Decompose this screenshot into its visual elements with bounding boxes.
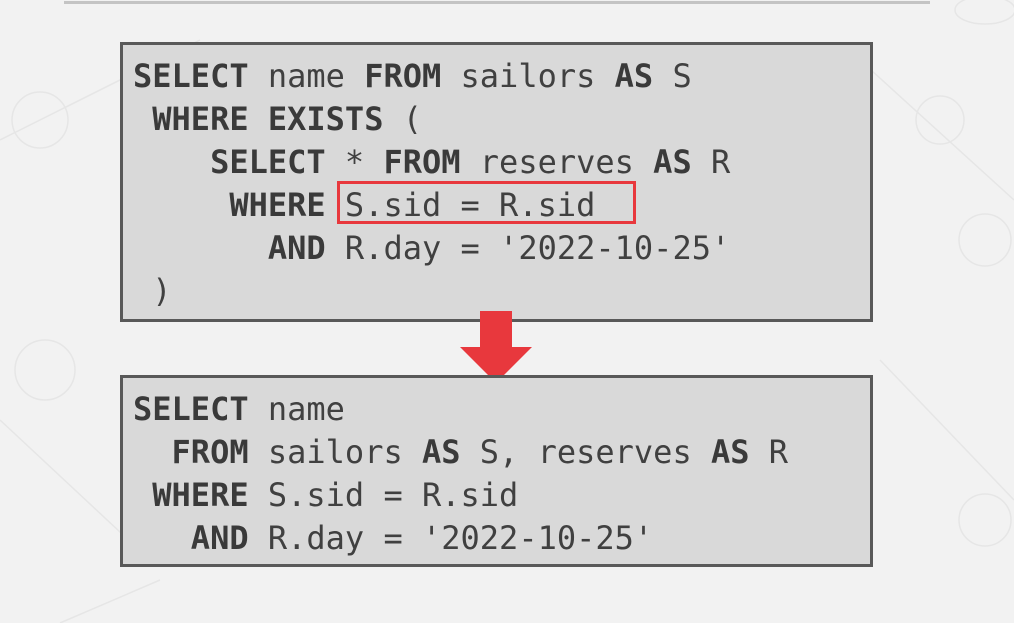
sql-keyword: FROM — [383, 143, 461, 181]
sql-text: sailors — [248, 433, 422, 471]
sql-keyword: AS — [421, 433, 461, 471]
rewritten-query-line-4: AND R.day = '2022-10-25' — [133, 517, 653, 560]
rewritten-query-line-1: SELECT name — [133, 388, 345, 431]
sql-keyword: AS — [653, 143, 692, 181]
join-predicate-highlight — [337, 181, 636, 224]
sql-keyword: FROM — [171, 433, 249, 471]
original-query-line-2: WHERE EXISTS ( — [133, 98, 422, 141]
sql-keyword: AS — [710, 433, 750, 471]
sql-text: S.sid = R.sid — [248, 476, 519, 514]
sql-text: * — [325, 143, 384, 181]
original-query-line-6: ) — [133, 270, 172, 313]
sql-text: R — [691, 143, 731, 181]
sql-text: R.day = '2022-10-25' — [248, 519, 654, 557]
original-query-line-3: SELECT * FROM reserves AS R — [133, 141, 730, 184]
sql-keyword: SELECT — [133, 390, 249, 428]
top-divider — [64, 1, 930, 4]
sql-text: S, reserves — [460, 433, 711, 471]
sql-text: reserves — [460, 143, 654, 181]
sql-text: sailors — [441, 57, 615, 95]
rewritten-query-line-2: FROM sailors AS S, reserves AS R — [133, 431, 789, 474]
rewritten-query-box: SELECT name FROM sailors AS S, reserves … — [120, 375, 873, 567]
sql-keyword: FROM — [364, 57, 442, 95]
sql-keyword: AS — [614, 57, 654, 95]
sql-keyword: SELECT — [210, 143, 326, 181]
sql-text: name — [248, 57, 365, 95]
original-query-line-5: AND R.day = '2022-10-25' — [133, 227, 730, 270]
original-query-line-1: SELECT name FROM sailors AS S — [133, 55, 692, 98]
sql-keyword: AND — [190, 519, 249, 557]
sql-text: ) — [152, 272, 172, 310]
sql-keyword: WHERE — [152, 476, 249, 514]
sql-text: S — [653, 57, 692, 95]
sql-keyword: SELECT — [133, 57, 249, 95]
sql-text: R — [749, 433, 789, 471]
sql-text: name — [248, 390, 345, 428]
sql-keyword: AND — [267, 229, 326, 267]
sql-text: ( — [383, 100, 422, 138]
sql-keyword: WHERE — [229, 186, 326, 224]
down-arrow-icon — [460, 311, 532, 383]
sql-keyword: WHERE — [152, 100, 249, 138]
sql-text: R.day = '2022-10-25' — [325, 229, 731, 267]
rewritten-query-line-3: WHERE S.sid = R.sid — [133, 474, 518, 517]
sql-keyword: EXISTS — [267, 100, 384, 138]
